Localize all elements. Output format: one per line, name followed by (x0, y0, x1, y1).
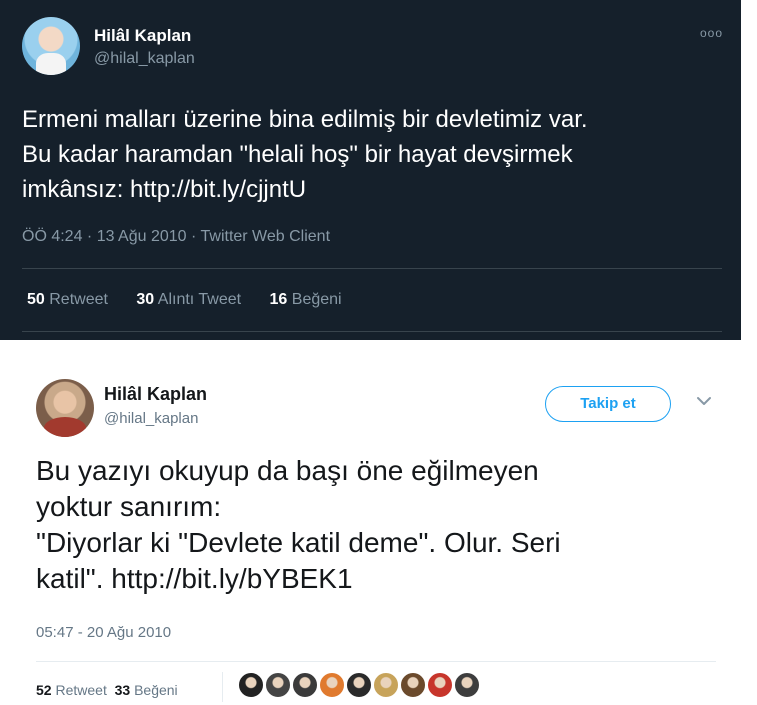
avatar[interactable] (36, 379, 94, 437)
tweet-dark-mode: Hilâl Kaplan @hilal_kaplan ooo Ermeni ma… (0, 0, 741, 340)
liker-avatar[interactable] (454, 672, 480, 698)
tweet-link[interactable]: http://bit.ly/cjjntU (130, 176, 306, 203)
liker-avatar[interactable] (292, 672, 318, 698)
more-options-icon[interactable]: ooo (700, 26, 723, 40)
tweet-link[interactable]: http://bit.ly/bYBEK1 (111, 563, 352, 594)
engagement-stats: 50 Retweet 30 Alıntı Tweet 16 Beğeni (27, 291, 366, 309)
liker-avatar[interactable] (373, 672, 399, 698)
tweet-timestamp[interactable]: 05:47 - 20 Ağu 2010 (36, 624, 171, 641)
tweet-text-line: katil". http://bit.ly/bYBEK1 (36, 561, 726, 597)
liker-avatar[interactable] (265, 672, 291, 698)
tweet-text-line: Bu yazıyı okuyup da başı öne eğilmeyen (36, 455, 539, 486)
liker-avatar[interactable] (427, 672, 453, 698)
like-count[interactable]: 33 Beğeni (115, 682, 178, 698)
tweet-text-line: "Diyorlar ki "Devlete katil deme". Olur.… (36, 527, 561, 558)
liker-avatar[interactable] (319, 672, 345, 698)
divider (22, 331, 722, 332)
tweet-text-line: Bu kadar haramdan "helali hoş" bir hayat… (22, 141, 573, 168)
tweet-text-fragment: katil". (36, 563, 112, 594)
divider (36, 661, 716, 662)
display-name[interactable]: Hilâl Kaplan (94, 26, 191, 46)
divider (22, 268, 722, 269)
tweet-text-line: Ermeni malları üzerine bina edilmiş bir … (22, 106, 588, 133)
username[interactable]: @hilal_kaplan (94, 50, 195, 68)
tweet-text-line: yoktur sanırım: (36, 491, 222, 522)
tweet-timestamp[interactable]: ÖÖ 4:24 · 13 Ağu 2010 · Twitter Web Clie… (22, 228, 330, 246)
liker-avatar[interactable] (400, 672, 426, 698)
quote-tweet-count[interactable]: 30 Alıntı Tweet (136, 291, 241, 308)
tweet-text: Ermeni malları üzerine bina edilmiş bir … (22, 102, 722, 207)
username[interactable]: @hilal_kaplan (104, 410, 198, 427)
tweet-text: Bu yazıyı okuyup da başı öne eğilmeyen y… (36, 453, 726, 597)
chevron-down-icon[interactable] (693, 390, 715, 412)
tweet-text-fragment: imkânsız: (22, 176, 131, 203)
retweet-count[interactable]: 52 Retweet (36, 682, 107, 698)
divider (222, 672, 223, 702)
follow-button[interactable]: Takip et (545, 386, 671, 422)
display-name[interactable]: Hilâl Kaplan (104, 384, 207, 405)
avatar[interactable] (22, 17, 80, 75)
engagement-stats: 52 Retweet 33 Beğeni (36, 682, 178, 698)
image-border (741, 0, 757, 340)
like-count[interactable]: 16 Beğeni (270, 291, 342, 308)
liker-avatars (238, 672, 480, 698)
tweet-text-line: imkânsız: http://bit.ly/cjjntU (22, 172, 722, 207)
retweet-count[interactable]: 50 Retweet (27, 291, 108, 308)
liker-avatar[interactable] (346, 672, 372, 698)
tweet-light-mode: Hilâl Kaplan @hilal_kaplan Takip et Bu y… (0, 346, 757, 705)
liker-avatar[interactable] (238, 672, 264, 698)
